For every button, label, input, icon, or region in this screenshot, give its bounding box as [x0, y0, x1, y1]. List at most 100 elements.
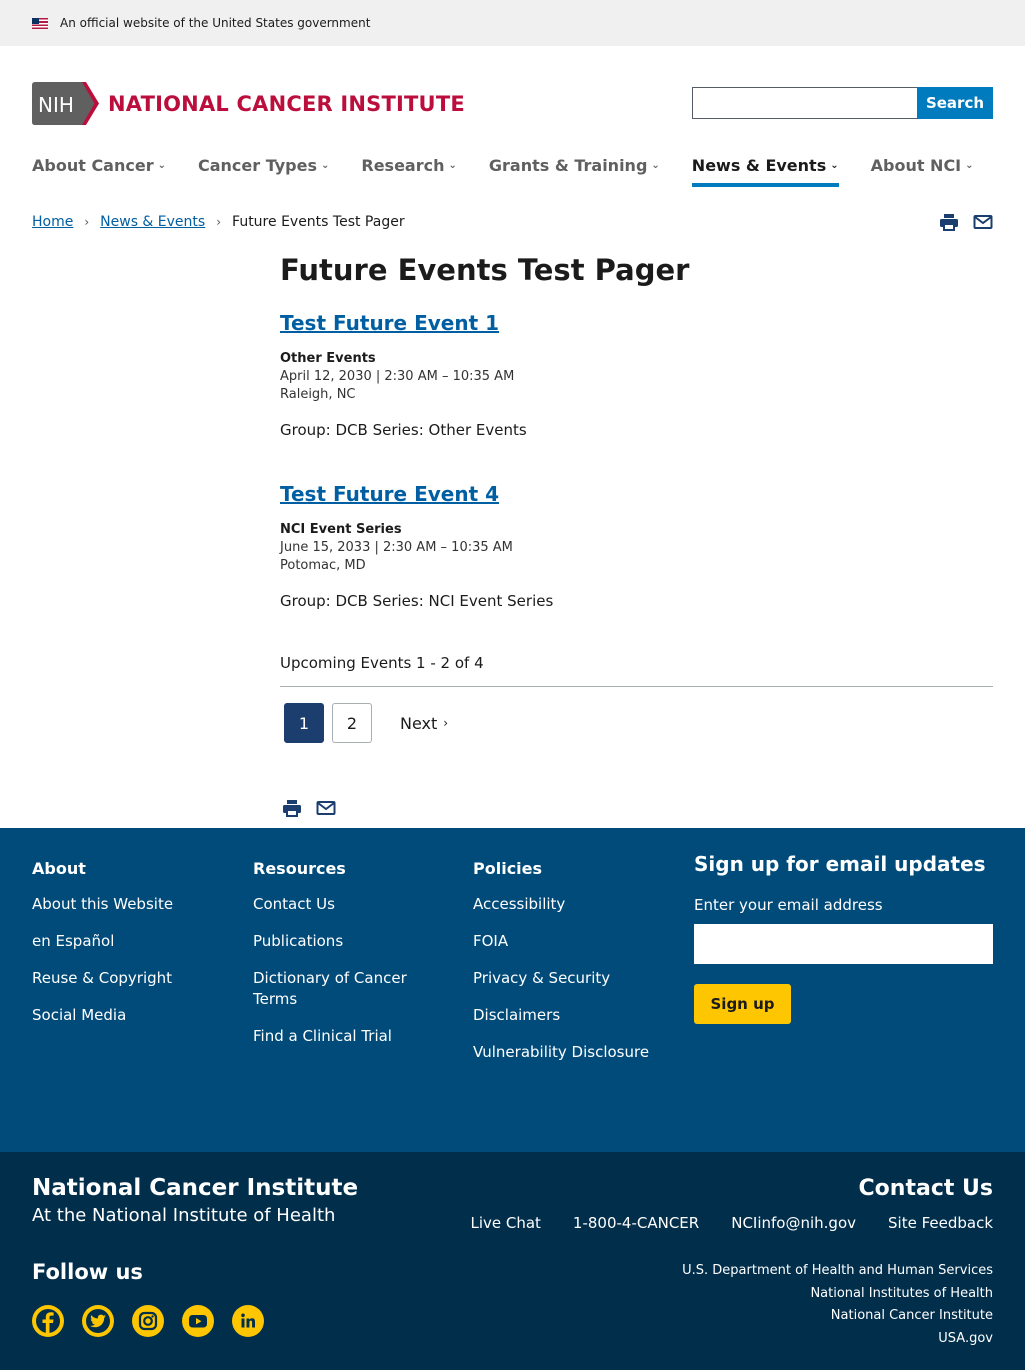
event-title-link[interactable]: Test Future Event 4	[280, 481, 993, 507]
footer-policies-column: Policies Accessibility FOIA Privacy & Se…	[473, 858, 683, 1079]
pager-page-2[interactable]: 2	[332, 703, 372, 743]
footer-org-name: National Cancer Institute	[32, 1175, 359, 1201]
gov-banner-text: An official website of the United States…	[60, 16, 371, 30]
footer-link[interactable]: About this Website	[32, 895, 173, 913]
footer-link[interactable]: en Español	[32, 932, 114, 950]
agency-link[interactable]: USA.gov	[938, 1331, 993, 1346]
footer-about-heading: About	[32, 859, 86, 878]
main-content: Future Events Test Pager Test Future Eve…	[280, 250, 993, 743]
footer-about-column: About About this Website en Español Reus…	[32, 858, 232, 1042]
signup-heading: Sign up for email updates	[694, 852, 986, 876]
site-header: NIH NATIONAL CANCER INSTITUTE Search Abo…	[0, 46, 1025, 187]
contact-phone-link[interactable]: 1-800-4-CANCER	[573, 1214, 699, 1232]
event-series: Other Events	[280, 351, 376, 366]
facebook-icon[interactable]	[32, 1305, 64, 1337]
footer-link[interactable]: Privacy & Security	[473, 969, 610, 987]
email-signup: Sign up for email updates Enter your ema…	[694, 850, 993, 1024]
nav-cancer-types[interactable]: Cancer Types ⌄	[198, 156, 329, 187]
nav-label: Research	[361, 156, 445, 175]
event-location: Raleigh, NC	[280, 387, 356, 402]
pager-page-1[interactable]: 1	[284, 703, 324, 743]
footer-resources-heading: Resources	[253, 859, 346, 878]
event-title-link[interactable]: Test Future Event 1	[280, 310, 993, 336]
footer-link[interactable]: Vulnerability Disclosure	[473, 1043, 649, 1061]
search-input[interactable]	[692, 87, 917, 119]
instagram-icon[interactable]	[132, 1305, 164, 1337]
event-group: Group: DCB Series: Other Events	[280, 421, 527, 439]
signup-button[interactable]: Sign up	[694, 984, 791, 1024]
footer-policies-heading: Policies	[473, 859, 543, 878]
email-icon[interactable]	[316, 798, 336, 818]
event-item: Test Future Event 4 NCI Event Series Jun…	[280, 481, 993, 612]
logo-text: NATIONAL CANCER INSTITUTE	[108, 91, 465, 116]
footer-link[interactable]: Publications	[253, 932, 343, 950]
breadcrumb-home[interactable]: Home	[32, 214, 73, 230]
agency-link[interactable]: National Cancer Institute	[831, 1308, 993, 1323]
agency-link[interactable]: U.S. Department of Health and Human Serv…	[682, 1263, 993, 1278]
social-links	[32, 1305, 264, 1337]
chevron-down-icon: ⌄	[830, 160, 839, 171]
nav-label: About NCI	[870, 156, 962, 175]
nav-news-events[interactable]: News & Events ⌄	[691, 156, 839, 187]
footer-link[interactable]: Disclaimers	[473, 1006, 560, 1024]
contact-email-link[interactable]: NCIinfo@nih.gov	[731, 1214, 856, 1232]
footer-link[interactable]: Accessibility	[473, 895, 565, 913]
signup-email-field[interactable]	[694, 924, 993, 964]
page-tools-bottom	[282, 798, 336, 818]
footer-bottom: National Cancer Institute At the Nationa…	[0, 1152, 1025, 1370]
agency-link[interactable]: National Institutes of Health	[810, 1286, 993, 1301]
breadcrumb-current: Future Events Test Pager	[232, 214, 405, 230]
footer-link[interactable]: Contact Us	[253, 895, 335, 913]
site-logo[interactable]: NIH NATIONAL CANCER INSTITUTE	[32, 82, 465, 125]
youtube-icon[interactable]	[182, 1305, 214, 1337]
follow-us-heading: Follow us	[32, 1260, 143, 1284]
footer-contact-links: Live Chat 1-800-4-CANCER NCIinfo@nih.gov…	[470, 1214, 993, 1232]
chevron-down-icon: ⌄	[965, 160, 974, 171]
chevron-down-icon: ⌄	[157, 160, 166, 171]
chevron-down-icon: ⌄	[448, 160, 457, 171]
event-datetime: June 15, 2033 | 2:30 AM – 10:35 AM	[280, 540, 513, 555]
search-button[interactable]: Search	[917, 87, 993, 119]
contact-live-chat-link[interactable]: Live Chat	[470, 1214, 540, 1232]
nav-about-nci[interactable]: About NCI ⌄	[871, 156, 974, 187]
linkedin-icon[interactable]	[232, 1305, 264, 1337]
contact-feedback-link[interactable]: Site Feedback	[888, 1214, 993, 1232]
main-nav: About Cancer ⌄ Cancer Types ⌄ Research ⌄ Gr…	[32, 156, 1006, 187]
nih-logo-icon: NIH	[32, 82, 100, 125]
nav-label: News & Events	[691, 156, 827, 175]
svg-text:NIH: NIH	[38, 93, 74, 117]
pager-summary: Upcoming Events 1 - 2 of 4	[280, 652, 993, 687]
footer-resources-column: Resources Contact Us Publications Dictio…	[253, 858, 443, 1063]
nav-label: About Cancer	[32, 156, 154, 175]
site-search: Search	[692, 87, 993, 119]
event-datetime: April 12, 2030 | 2:30 AM – 10:35 AM	[280, 369, 515, 384]
chevron-down-icon: ⌄	[651, 160, 660, 171]
chevron-right-icon: ›	[216, 215, 222, 229]
nav-label: Grants & Training	[488, 156, 648, 175]
print-icon[interactable]	[282, 798, 302, 818]
signup-label: Enter your email address	[694, 896, 883, 914]
email-icon[interactable]	[973, 212, 993, 232]
event-series: NCI Event Series	[280, 522, 402, 537]
footer-link[interactable]: Social Media	[32, 1006, 126, 1024]
pager-next-button[interactable]: Next ›	[400, 714, 448, 733]
footer-contact-heading: Contact Us	[858, 1176, 993, 1201]
footer-link[interactable]: Dictionary of Cancer Terms	[253, 969, 407, 1008]
print-icon[interactable]	[939, 212, 959, 232]
page-tools-top	[939, 212, 993, 232]
footer-link[interactable]: Reuse & Copyright	[32, 969, 172, 987]
twitter-icon[interactable]	[82, 1305, 114, 1337]
nav-grants-training[interactable]: Grants & Training ⌄	[489, 156, 660, 187]
pager-next-label: Next	[400, 713, 438, 733]
pager: 1 2 Next ›	[284, 703, 993, 743]
footer-link[interactable]: Find a Clinical Trial	[253, 1027, 392, 1045]
footer-link[interactable]: FOIA	[473, 932, 508, 950]
nav-research[interactable]: Research ⌄	[361, 156, 457, 187]
chevron-down-icon: ⌄	[320, 160, 330, 171]
chevron-right-icon: ›	[443, 716, 449, 730]
footer-links: About About this Website en Español Reus…	[0, 828, 1025, 1152]
agency-links: U.S. Department of Health and Human Serv…	[682, 1260, 993, 1350]
us-flag-icon	[32, 17, 48, 29]
nav-about-cancer[interactable]: About Cancer ⌄	[32, 156, 166, 187]
breadcrumb-news-events[interactable]: News & Events	[100, 214, 205, 230]
